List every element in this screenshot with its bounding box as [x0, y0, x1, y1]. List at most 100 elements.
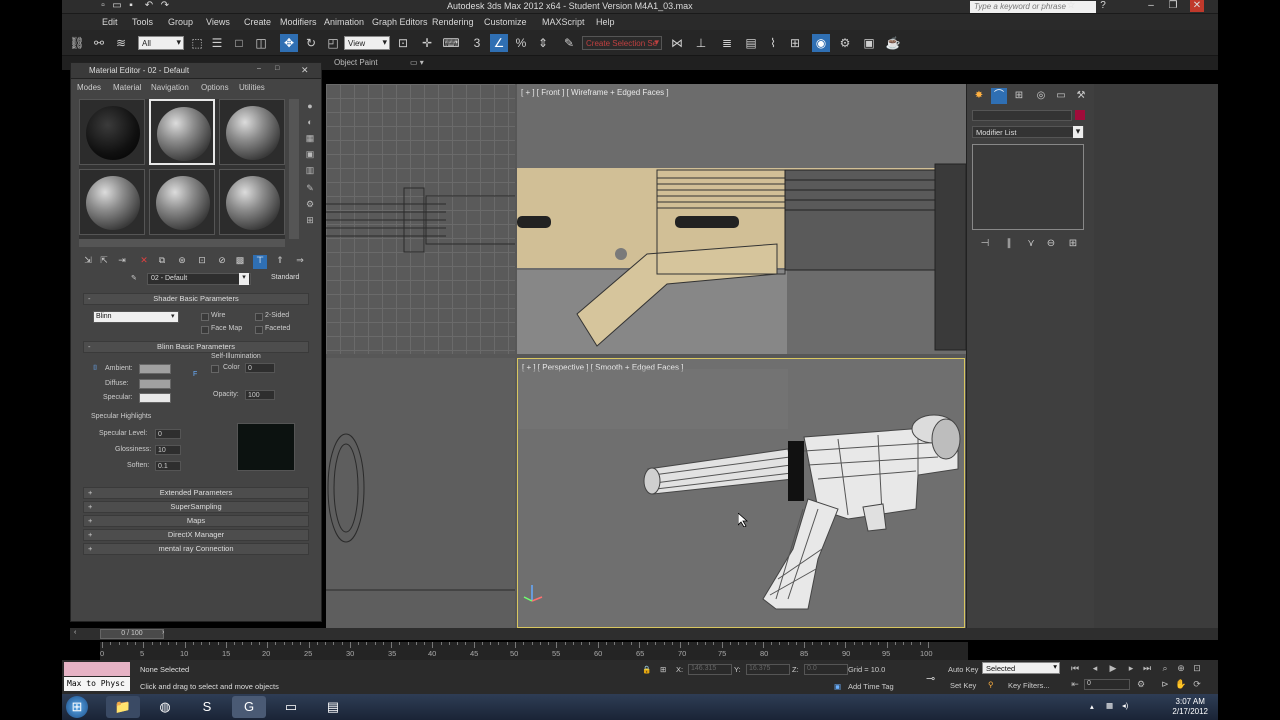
utilities-tab-icon[interactable]: ⚒ — [1073, 88, 1089, 104]
self-illum-color-checkbox[interactable] — [211, 365, 219, 373]
show-end-result-icon[interactable]: ∥ — [1001, 236, 1017, 252]
go-to-start-icon[interactable]: ⏮ — [1068, 662, 1082, 674]
maps-rollout[interactable]: + Maps — [83, 515, 309, 527]
sample-slot[interactable] — [149, 169, 215, 235]
supersampling-rollout[interactable]: + SuperSampling — [83, 501, 309, 513]
modify-tab-icon[interactable]: ⌒ — [991, 88, 1007, 104]
select-scale-icon[interactable]: ◰ — [324, 34, 342, 52]
key-icon[interactable]: ⊸ — [926, 672, 935, 685]
menu-views[interactable]: Views — [206, 17, 230, 27]
layer-manager-icon[interactable]: ≣ — [718, 34, 736, 52]
set-key-icon[interactable]: ⚲ — [988, 680, 994, 689]
object-color-swatch[interactable] — [1075, 110, 1085, 120]
system-clock[interactable]: 3:07 AM 2/17/2012 — [1172, 697, 1208, 717]
keyboard-shortcut-icon[interactable]: ⌨ — [442, 34, 460, 52]
display-tab-icon[interactable]: ▭ — [1053, 88, 1069, 104]
slider-right-arrow-icon[interactable]: › — [162, 629, 164, 636]
object-name-field[interactable] — [972, 110, 1072, 121]
material-id-icon[interactable]: ⊘ — [215, 255, 229, 269]
go-to-end-icon[interactable]: ⏭ — [1140, 662, 1154, 674]
make-unique-icon[interactable]: ⊛ — [175, 255, 189, 269]
pin-stack-icon[interactable]: ⊣ — [977, 236, 993, 252]
lock-ambient-icon[interactable]: ⌷ — [93, 365, 97, 373]
material-name-dropdown-icon[interactable]: ▾ — [239, 273, 249, 285]
key-mode-dropdown[interactable]: Selected — [982, 662, 1060, 674]
ribbon-toggle-icon[interactable]: ▭ ▾ — [410, 58, 424, 67]
slots-scrollbar[interactable] — [289, 99, 299, 239]
menu-customize[interactable]: Customize — [484, 17, 527, 27]
time-slider-thumb[interactable]: 0 / 100 — [100, 629, 164, 639]
map-lock-icon[interactable]: F — [193, 371, 197, 378]
maximize-icon[interactable]: □ — [275, 65, 279, 72]
sample-slot[interactable] — [79, 99, 145, 165]
menu-options[interactable]: Options — [201, 83, 229, 92]
firefox-icon[interactable]: ◍ — [148, 696, 182, 718]
menu-navigation[interactable]: Navigation — [151, 83, 189, 92]
menu-edit[interactable]: Edit — [102, 17, 118, 27]
key-filters-button[interactable]: Key Filters... — [1008, 681, 1050, 690]
curve-editor-icon[interactable]: ⌇ — [764, 34, 782, 52]
sample-slot[interactable] — [219, 169, 285, 235]
soften-spinner[interactable]: 0.1 — [155, 461, 181, 471]
graphite-ribbon-icon[interactable]: ▤ — [742, 34, 760, 52]
select-by-material-icon[interactable]: ⊞ — [303, 213, 317, 227]
make-preview-icon[interactable]: ✎ — [303, 181, 317, 195]
menu-utilities[interactable]: Utilities — [239, 83, 265, 92]
y-coordinate-field[interactable]: 16.375 — [746, 664, 790, 675]
menu-tools[interactable]: Tools — [132, 17, 153, 27]
current-frame-field[interactable]: 0 — [1084, 679, 1130, 690]
viewport-front[interactable]: [ + ] [ Front ] [ Wireframe + Edged Face… — [517, 84, 966, 354]
material-type-button[interactable]: Standard — [267, 273, 319, 285]
zoom-extents-icon[interactable]: ⊡ — [1190, 662, 1204, 674]
assign-material-icon[interactable]: ⇥ — [115, 255, 129, 269]
orbit-icon[interactable]: ⟳ — [1190, 678, 1204, 690]
motion-tab-icon[interactable]: ◎ — [1033, 88, 1049, 104]
modifier-stack[interactable] — [972, 144, 1084, 230]
previous-frame-icon[interactable]: ◂ — [1088, 662, 1102, 674]
pick-material-icon[interactable]: ✎ — [131, 274, 137, 282]
close-icon[interactable]: ✕ — [301, 65, 309, 76]
edit-named-selection-icon[interactable]: ✎ — [560, 34, 578, 52]
manipulate-icon[interactable]: ✛ — [418, 34, 436, 52]
object-paint-tab[interactable]: Object Paint — [334, 58, 378, 67]
menu-modifiers[interactable]: Modifiers — [280, 17, 317, 27]
close-icon[interactable]: ✕ — [1190, 0, 1204, 12]
put-to-scene-icon[interactable]: ⇱ — [97, 255, 111, 269]
mental-ray-connection-rollout[interactable]: + mental ray Connection — [83, 543, 309, 555]
spinner-snap-icon[interactable]: ⇕ — [534, 34, 552, 52]
configure-sets-icon[interactable]: ⊞ — [1065, 236, 1081, 252]
unlink-icon[interactable]: ⚯ — [90, 34, 108, 52]
sample-slot[interactable] — [219, 99, 285, 165]
menu-modes[interactable]: Modes — [77, 83, 101, 92]
rect-selection-icon[interactable]: □ — [230, 34, 248, 52]
field-of-view-icon[interactable]: ⊳ — [1158, 678, 1172, 690]
new-icon[interactable]: ▫ — [96, 0, 110, 12]
start-button-icon[interactable]: ⊞ — [66, 696, 88, 718]
select-rotate-icon[interactable]: ↻ — [302, 34, 320, 52]
create-tab-icon[interactable]: ✸ — [971, 88, 987, 104]
time-slider[interactable]: 0 / 100 ‹ › — [70, 628, 1218, 640]
menu-material[interactable]: Material — [113, 83, 141, 92]
glossiness-spinner[interactable]: 10 — [155, 445, 181, 455]
material-name-field[interactable]: 02 - Default — [147, 273, 251, 285]
link-icon[interactable]: ⛓ — [68, 34, 86, 52]
named-selection-dropdown[interactable]: Create Selection Se — [582, 36, 662, 50]
menu-create[interactable]: Create — [244, 17, 271, 27]
slots-hscrollbar[interactable] — [79, 239, 285, 247]
restore-icon[interactable]: ❐ — [1166, 0, 1180, 12]
next-frame-icon[interactable]: ▸ — [1124, 662, 1138, 674]
faceted-checkbox[interactable] — [255, 326, 263, 334]
add-time-tag-icon[interactable]: ▣ — [834, 682, 841, 691]
copy-material-icon[interactable]: ⧉ — [155, 255, 169, 269]
auto-key-button[interactable]: Auto Key — [948, 665, 978, 674]
rendered-frame-icon[interactable]: ▣ — [860, 34, 878, 52]
sample-slot-selected[interactable] — [149, 99, 215, 165]
set-key-button[interactable]: Set Key — [950, 681, 976, 690]
key-mode-toggle-icon[interactable]: ⇤ — [1068, 678, 1082, 690]
reset-map-icon[interactable]: ✕ — [137, 255, 151, 269]
add-time-tag[interactable]: Add Time Tag — [848, 682, 894, 691]
material-editor-titlebar[interactable]: Material Editor - 02 - Default – □ ✕ — [71, 63, 321, 79]
app-task-icon[interactable]: ▤ — [316, 696, 350, 718]
menu-graph-editors[interactable]: Graph Editors — [372, 17, 428, 27]
wire-checkbox[interactable] — [201, 313, 209, 321]
